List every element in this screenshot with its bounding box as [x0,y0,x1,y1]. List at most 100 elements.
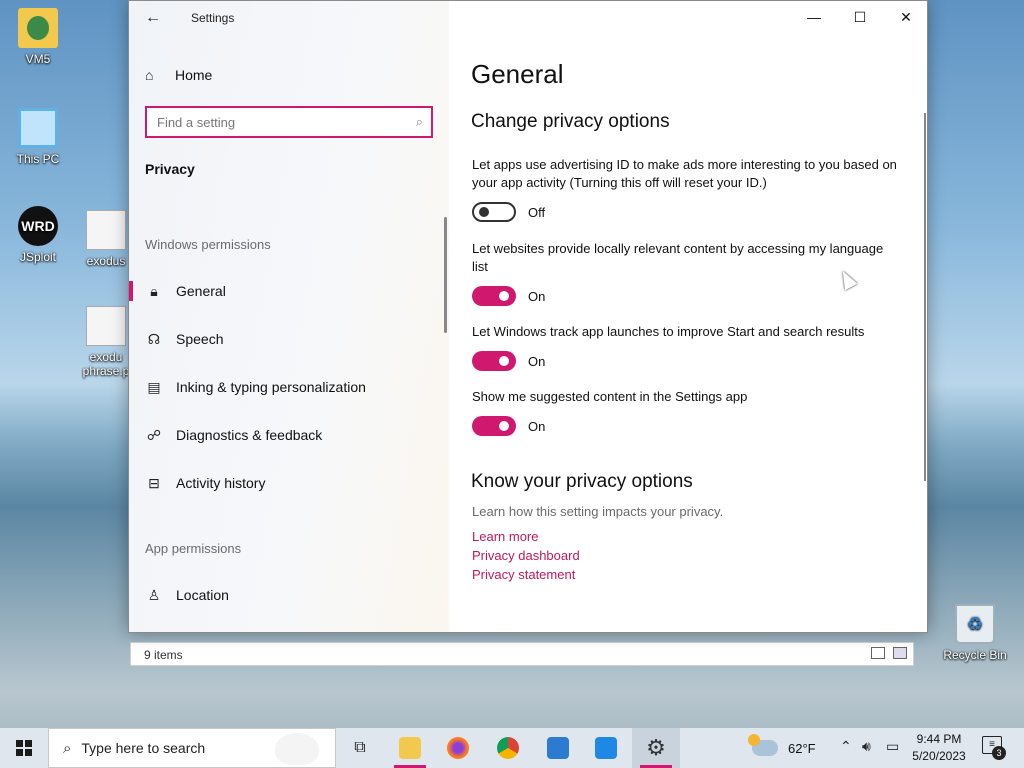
taskbar-settings[interactable]: ⚙ [632,728,680,768]
weather-cloud-icon [748,734,778,756]
clock-time: 9:44 PM [916,732,962,746]
desktop-icon-recycle-bin[interactable]: ♻ Recycle Bin [942,604,1008,662]
option-description: Show me suggested content in the Setting… [472,389,748,404]
toggle-state-label: On [528,288,546,304]
maximize-button[interactable]: ☐ [837,1,883,33]
volume-icon[interactable]: 🔊︎ [862,738,871,755]
close-icon: ✕ [900,9,912,25]
toggle-state-label: Off [528,204,546,220]
chevron-up-icon[interactable]: ⌃ [840,738,852,755]
taskbar-search-box[interactable]: ⌕ Type here to search [48,728,336,768]
firefox-icon [447,737,469,759]
toggle-track-app-launches[interactable]: On [472,351,545,371]
sidebar-item-speech[interactable]: ☊ Speech [129,319,443,359]
option-description: Let apps use advertising ID to make ads … [472,157,897,190]
desktop-icon-label: JSploit [19,250,57,264]
chrome-icon [497,737,519,759]
large-icons-view-icon[interactable] [893,647,907,659]
desktop-icon-jsploit[interactable]: WRD JSploit [6,206,70,264]
back-button[interactable]: ← [141,7,165,29]
toggle-switch[interactable] [472,202,516,222]
weather-widget[interactable]: 62°F [748,728,816,768]
content-scrollbar[interactable] [924,113,926,481]
folder-icon [18,8,58,48]
gear-icon: ⚙ [646,735,666,760]
taskbar: ⌕ Type here to search ⧉ ⚙ 62°F ⌃ 🔊︎ ▭ 9:… [0,728,1024,768]
settings-window: ⌂ Home ⌕ Privacy Windows permissions 🔒︎ … [128,0,928,633]
clock-date: 5/20/2023 [912,749,966,763]
toggle-language-list[interactable]: On [472,286,545,306]
toggle-advertising-id[interactable]: Off [472,202,545,222]
task-view-icon: ⧉ [354,739,366,756]
taskbar-clock[interactable]: 9:44 PM 5/20/2023 [906,731,972,765]
desktop-icon-label: VM5 [25,52,51,66]
sidebar-item-general[interactable]: 🔒︎ General [129,271,443,311]
windows-permissions-label: Windows permissions [145,237,271,252]
desktop-icon-label: Recycle Bin [943,648,1007,662]
taskbar-firefox[interactable] [434,728,482,768]
people-icon [547,737,569,759]
taskbar-file-explorer[interactable] [386,728,434,768]
location-icon: ♙ [147,586,161,603]
option-description: Let Windows track app launches to improv… [472,324,865,339]
taskbar-people[interactable] [534,728,582,768]
calendar-icon [595,737,617,759]
sidebar-item-inking[interactable]: ▤ Inking & typing personalization [129,367,443,407]
maximize-icon: ☐ [853,9,867,25]
toggle-switch[interactable] [472,416,516,436]
feedback-icon: ☍ [146,426,162,443]
explorer-status-bar: 9 items [130,642,914,666]
search-highlight-icon [275,733,319,765]
desktop-icon-vm5[interactable]: VM5 [6,8,70,66]
file-explorer-icon [399,737,421,759]
weather-temperature: 62°F [788,740,816,756]
details-view-icon[interactable] [871,647,885,659]
search-input[interactable] [147,108,397,136]
network-icon[interactable]: ▭ [886,738,899,755]
desktop-icon-this-pc[interactable]: This PC [6,108,70,166]
toggle-switch[interactable] [472,351,516,371]
page-title: General [471,59,564,89]
taskbar-calendar[interactable] [582,728,630,768]
recycle-bin-icon: ♻ [955,604,995,644]
link-learn-more[interactable]: Learn more [472,529,538,544]
section-description: Learn how this setting impacts your priv… [472,504,724,519]
toggle-switch[interactable] [472,286,516,306]
sidebar-item-location[interactable]: ♙ Location [129,575,443,615]
start-button[interactable] [0,728,48,768]
sidebar-item-activity-history[interactable]: ⊟ Activity history [129,463,443,503]
toggle-suggested-content[interactable]: On [472,416,545,436]
section-heading-know-privacy: Know your privacy options [471,471,693,492]
activity-icon: ⊟ [148,474,160,491]
link-privacy-statement[interactable]: Privacy statement [472,567,575,582]
nav-home[interactable]: ⌂ Home [145,63,425,87]
title-bar[interactable]: ← Settings — ☐ ✕ [129,1,927,35]
nav-home-label: Home [175,67,213,83]
minimize-icon: — [807,9,821,25]
search-box[interactable]: ⌕ [145,106,433,138]
close-button[interactable]: ✕ [883,1,929,33]
sidebar-item-label: Inking & typing personalization [176,379,366,395]
minimize-button[interactable]: — [791,1,837,33]
speech-icon: ☊ [147,330,161,347]
search-icon: ⌕ [63,739,72,757]
item-count: 9 items [144,648,183,662]
task-view-button[interactable]: ⧉ [336,728,384,768]
jsploit-icon: WRD [18,206,58,246]
sidebar: ⌂ Home ⌕ Privacy Windows permissions 🔒︎ … [129,1,449,632]
search-icon[interactable]: ⌕ [416,114,423,130]
home-icon: ⌂ [145,67,154,83]
sidebar-item-label: Diagnostics & feedback [176,427,323,443]
back-arrow-icon: ← [145,9,161,26]
sidebar-item-label: Location [176,587,229,603]
sidebar-scrollbar[interactable] [444,217,447,333]
sidebar-item-diagnostics[interactable]: ☍ Diagnostics & feedback [129,415,443,455]
link-privacy-dashboard[interactable]: Privacy dashboard [472,548,580,563]
taskbar-chrome[interactable] [484,728,532,768]
window-title: Settings [191,11,235,25]
taskbar-search-placeholder: Type here to search [81,740,206,756]
notification-badge: 3 [992,746,1006,760]
content-pane: General Change privacy options Let apps … [449,1,927,632]
sidebar-item-label: Activity history [176,475,266,491]
computer-icon [18,108,58,148]
